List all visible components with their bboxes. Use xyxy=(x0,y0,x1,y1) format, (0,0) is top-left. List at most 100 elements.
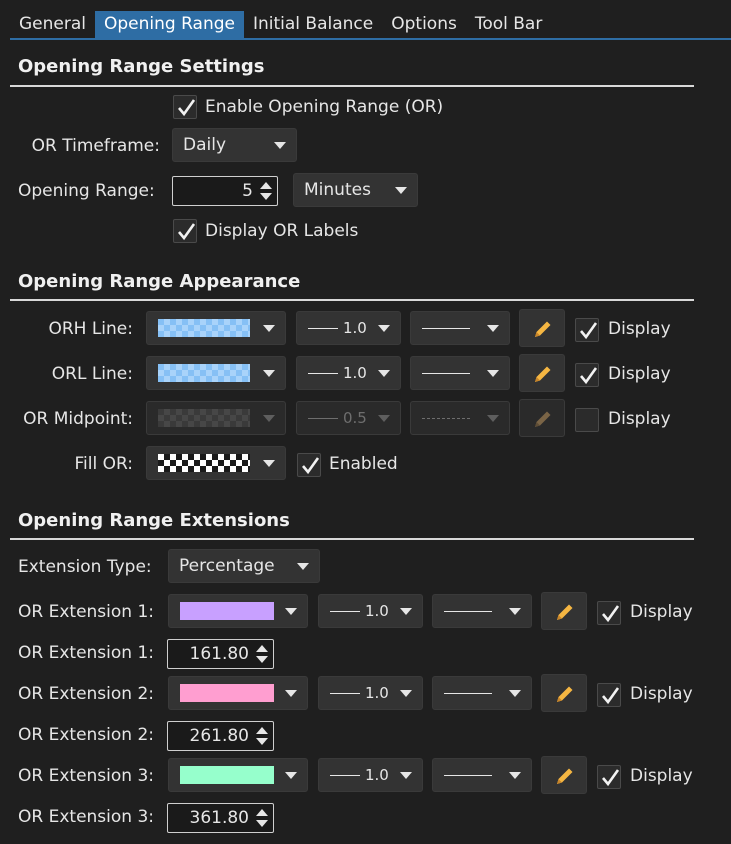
orh-line-label: ORH Line: xyxy=(48,319,133,339)
fill-enabled-label: Enabled xyxy=(329,454,398,474)
section-divider xyxy=(10,85,694,87)
extension-type-value: Percentage xyxy=(179,556,275,576)
extension-3-edit-button[interactable] xyxy=(541,756,587,794)
fill-color-select[interactable] xyxy=(146,446,286,480)
extension-1-value: 161.80 xyxy=(189,644,249,664)
extension-3-value: 361.80 xyxy=(189,808,249,828)
pencil-icon xyxy=(535,366,551,382)
line-sample xyxy=(330,775,360,776)
tab-opening-range[interactable]: Opening Range xyxy=(95,11,244,38)
extension-3-color-select[interactable] xyxy=(168,758,308,792)
spin-up-icon[interactable] xyxy=(256,809,268,816)
midpoint-style-select[interactable] xyxy=(410,401,510,435)
enable-or-checkbox[interactable] xyxy=(173,95,197,119)
checkmark-icon xyxy=(580,367,598,385)
extension-1-edit-button[interactable] xyxy=(541,592,587,630)
chevron-down-icon xyxy=(274,142,286,149)
extension-3-display-checkbox[interactable] xyxy=(597,765,621,789)
spin-down-icon[interactable] xyxy=(256,820,268,827)
section-title-appearance: Opening Range Appearance xyxy=(18,271,301,292)
extension-3-value-stepper[interactable]: 361.80 xyxy=(167,803,274,833)
tab-initial-balance[interactable]: Initial Balance xyxy=(244,11,382,38)
extension-1-value-stepper[interactable]: 161.80 xyxy=(167,639,274,669)
orl-style-select[interactable] xyxy=(410,356,510,390)
or-midpoint-label: OR Midpoint: xyxy=(23,409,133,429)
midpoint-width-select[interactable]: 0.5 xyxy=(296,401,401,435)
chevron-down-icon xyxy=(400,772,412,779)
chevron-down-icon xyxy=(400,690,412,697)
spin-up-icon[interactable] xyxy=(256,727,268,734)
extension-2-color-select[interactable] xyxy=(168,676,308,710)
midpoint-display-checkbox[interactable] xyxy=(575,408,599,432)
extension-2-edit-button[interactable] xyxy=(541,674,587,712)
orh-width-select[interactable]: 1.0 xyxy=(296,311,401,345)
opening-range-value: 5 xyxy=(242,181,253,201)
orl-display-checkbox[interactable] xyxy=(575,363,599,387)
extension-1-label: OR Extension 1: xyxy=(18,602,154,622)
orl-color-select[interactable] xyxy=(146,356,286,390)
midpoint-display-label: Display xyxy=(608,409,671,429)
color-swatch xyxy=(158,319,250,337)
midpoint-edit-button[interactable] xyxy=(519,399,565,437)
fill-enabled-checkbox[interactable] xyxy=(297,453,321,477)
orh-edit-button[interactable] xyxy=(519,309,565,347)
line-sample xyxy=(330,611,360,612)
chevron-down-icon xyxy=(297,563,309,570)
opening-range-stepper[interactable]: 5 xyxy=(172,176,278,206)
color-swatch xyxy=(158,454,250,472)
opening-range-label: Opening Range: xyxy=(18,181,155,201)
spin-down-icon[interactable] xyxy=(260,193,272,200)
pencil-icon xyxy=(535,321,551,337)
extension-2-value: 261.80 xyxy=(189,726,249,746)
chevron-down-icon xyxy=(400,608,412,615)
chevron-down-icon xyxy=(378,325,390,332)
spin-up-icon[interactable] xyxy=(260,182,272,189)
tab-general[interactable]: General xyxy=(10,11,95,38)
spin-down-icon[interactable] xyxy=(256,738,268,745)
extension-2-value-stepper[interactable]: 261.80 xyxy=(167,721,274,751)
color-swatch xyxy=(180,602,274,620)
chevron-down-icon xyxy=(263,325,275,332)
extension-2-display-checkbox[interactable] xyxy=(597,683,621,707)
section-title-extensions: Opening Range Extensions xyxy=(18,510,290,531)
chevron-down-icon xyxy=(285,690,297,697)
display-or-labels-checkbox[interactable] xyxy=(173,219,197,243)
tab-options[interactable]: Options xyxy=(382,11,466,38)
spin-down-icon[interactable] xyxy=(256,656,268,663)
orh-width-value: 1.0 xyxy=(343,319,367,337)
checkmark-icon xyxy=(178,223,196,241)
orl-width-select[interactable]: 1.0 xyxy=(296,356,401,390)
orl-edit-button[interactable] xyxy=(519,354,565,392)
extension-2-style-select[interactable] xyxy=(432,676,532,710)
orl-display-label: Display xyxy=(608,364,671,384)
extension-1-width-select[interactable]: 1.0 xyxy=(318,594,423,628)
extension-1-display-checkbox[interactable] xyxy=(597,601,621,625)
section-title-settings: Opening Range Settings xyxy=(18,56,265,77)
extension-type-label: Extension Type: xyxy=(18,557,152,577)
extension-3-width-select[interactable]: 1.0 xyxy=(318,758,423,792)
extension-type-select[interactable]: Percentage xyxy=(168,549,320,583)
chevron-down-icon xyxy=(285,772,297,779)
line-style-sample xyxy=(422,373,470,374)
chevron-down-icon xyxy=(509,690,521,697)
tab-tool-bar[interactable]: Tool Bar xyxy=(466,11,552,38)
orh-display-checkbox[interactable] xyxy=(575,318,599,342)
line-sample xyxy=(308,418,338,419)
extension-1-style-select[interactable] xyxy=(432,594,532,628)
orh-color-select[interactable] xyxy=(146,311,286,345)
extension-2-label: OR Extension 2: xyxy=(18,684,154,704)
extension-3-style-select[interactable] xyxy=(432,758,532,792)
extension-2-display-label: Display xyxy=(630,684,693,704)
or-timeframe-select[interactable]: Daily xyxy=(172,128,297,162)
midpoint-color-select[interactable] xyxy=(146,401,286,435)
spin-up-icon[interactable] xyxy=(256,645,268,652)
orh-style-select[interactable] xyxy=(410,311,510,345)
extension-2-width-select[interactable]: 1.0 xyxy=(318,676,423,710)
color-swatch xyxy=(158,364,250,382)
pencil-icon xyxy=(557,604,573,620)
checkmark-icon xyxy=(602,769,620,787)
enable-or-label: Enable Opening Range (OR) xyxy=(205,97,444,117)
range-unit-select[interactable]: Minutes xyxy=(293,173,418,207)
fill-or-label: Fill OR: xyxy=(74,454,133,474)
extension-1-color-select[interactable] xyxy=(168,594,308,628)
